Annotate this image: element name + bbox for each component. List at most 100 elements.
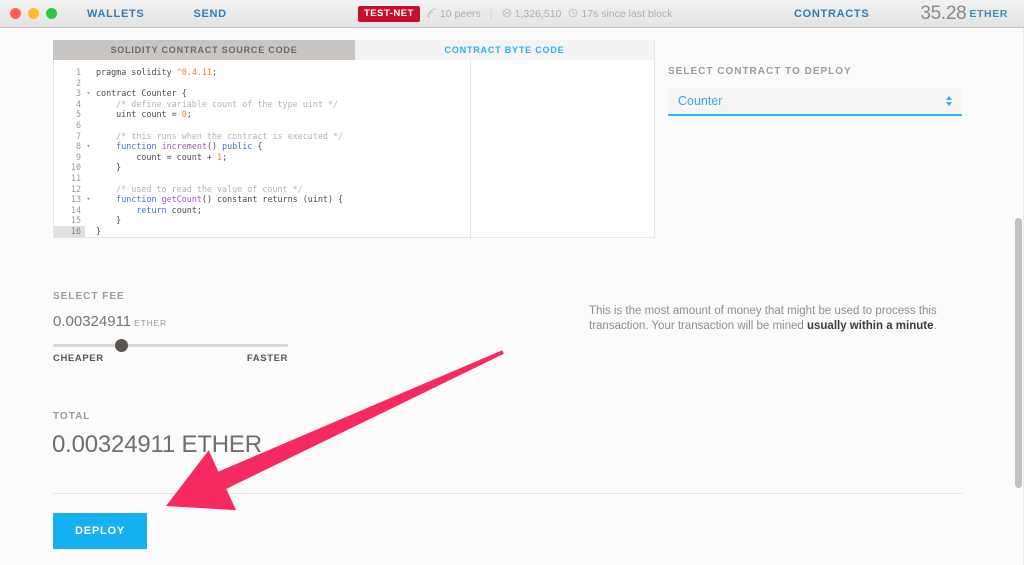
- code-line[interactable]: 13 ▾ function getCount() constant returns…: [54, 194, 470, 205]
- fold-toggle-icon[interactable]: [85, 78, 92, 89]
- fee-slider-thumb[interactable]: [115, 339, 129, 352]
- select-fee-label: SELECT FEE: [53, 291, 125, 302]
- last-block-status: 17s since last block: [568, 8, 672, 21]
- code-line[interactable]: 4 /* define variable count of the type u…: [54, 99, 470, 110]
- fee-description: This is the most amount of money that mi…: [589, 304, 963, 334]
- contract-select-value: Counter: [678, 94, 723, 108]
- tab-solidity-source[interactable]: SOLIDITY CONTRACT SOURCE CODE: [53, 40, 355, 60]
- page-scrollbar[interactable]: [1015, 218, 1022, 488]
- code-line[interactable]: 2: [54, 78, 470, 89]
- line-number: 10: [70, 162, 81, 173]
- code-text: pragma solidity ^0.4.11;: [96, 67, 218, 77]
- line-number: 8: [75, 141, 81, 152]
- code-line[interactable]: 1 pragma solidity ^0.4.11;: [54, 67, 470, 78]
- code-line[interactable]: 8 ▾ function increment() public {: [54, 141, 470, 152]
- code-line[interactable]: 9 count = count + 1;: [54, 152, 470, 163]
- fee-slider[interactable]: [53, 339, 288, 353]
- last-block-label: 17s since last block: [581, 8, 673, 20]
- fold-toggle-icon[interactable]: [85, 120, 92, 131]
- code-line[interactable]: 12 /* used to read the value of count */: [54, 184, 470, 195]
- line-number: 5: [75, 109, 81, 120]
- code-line[interactable]: 16}: [54, 225, 470, 237]
- code-text: uint count = 0;: [96, 109, 192, 120]
- fold-toggle-icon[interactable]: [85, 67, 92, 78]
- fold-toggle-icon[interactable]: [85, 184, 92, 195]
- code-text: function increment() public {: [116, 141, 263, 152]
- code-text: }: [96, 215, 122, 226]
- fold-toggle-icon[interactable]: ▾: [85, 141, 92, 152]
- editor-tabs[interactable]: SOLIDITY CONTRACT SOURCE CODE CONTRACT B…: [53, 40, 655, 60]
- solidity-code-editor[interactable]: 1 pragma solidity ^0.4.11; 2 3 ▾ contract Cou…: [53, 60, 471, 238]
- chevron-updown-icon: [946, 96, 952, 106]
- close-window-button[interactable]: [10, 8, 21, 19]
- section-divider: [53, 493, 962, 494]
- code-text: /* used to read the value of count */: [96, 183, 303, 194]
- signal-icon: [427, 8, 437, 21]
- code-line[interactable]: 5 uint count = 0;: [54, 109, 470, 120]
- line-number: 13: [70, 194, 81, 205]
- code-line[interactable]: 14 return count;: [54, 205, 470, 216]
- code-line[interactable]: 6: [54, 120, 470, 131]
- line-number: 9: [75, 151, 81, 162]
- fold-toggle-icon[interactable]: ▾: [85, 194, 92, 205]
- nav-contracts[interactable]: CONTRACTS: [794, 8, 869, 20]
- fold-toggle-icon[interactable]: ▾: [85, 88, 92, 99]
- fold-toggle-icon[interactable]: [85, 152, 92, 163]
- total-label: TOTAL: [53, 411, 91, 422]
- fee-slider-track[interactable]: [53, 344, 288, 347]
- block-number-label: 1,326,510: [514, 8, 562, 20]
- code-line[interactable]: 15 }: [54, 215, 470, 226]
- line-number: 11: [70, 172, 81, 183]
- nav-wallets[interactable]: WALLETS: [87, 8, 144, 20]
- code-lines[interactable]: 1 pragma solidity ^0.4.11; 2 3 ▾ contract Cou…: [54, 60, 470, 237]
- window-controls[interactable]: [10, 8, 57, 19]
- balance-value: 35.28: [920, 3, 967, 24]
- account-balance: 35.28 ETHER: [920, 3, 1008, 25]
- line-number: 12: [70, 183, 81, 194]
- line-number: 14: [70, 204, 81, 215]
- maximize-window-button[interactable]: [46, 8, 57, 19]
- fold-toggle-icon[interactable]: [85, 226, 92, 237]
- fee-amount-value: 0.00324911: [53, 313, 132, 330]
- fee-amount: 0.00324911 ETHER: [53, 313, 167, 330]
- fold-toggle-icon[interactable]: [85, 162, 92, 173]
- minimize-window-button[interactable]: [28, 8, 39, 19]
- code-line[interactable]: 7 /* this runs when the contract is exec…: [54, 131, 470, 142]
- fold-toggle-icon[interactable]: [85, 205, 92, 216]
- block-status: 1,326,510: [502, 8, 562, 21]
- code-line[interactable]: 10 }: [54, 162, 470, 173]
- fee-slider-labels: CHEAPER FASTER: [53, 353, 288, 364]
- bytecode-panel[interactable]: [471, 60, 655, 238]
- line-number: 2: [75, 77, 81, 88]
- line-number: 16: [54, 225, 85, 237]
- deploy-button[interactable]: DEPLOY: [53, 513, 147, 549]
- fold-toggle-icon[interactable]: [85, 109, 92, 120]
- status-badge-testnet: TEST-NET: [358, 6, 420, 22]
- tab-contract-bytecode[interactable]: CONTRACT BYTE CODE: [355, 40, 655, 60]
- title-bar: WALLETS SEND TEST-NET 10 peers | 1,326,5…: [0, 0, 1024, 28]
- app-window: WALLETS SEND TEST-NET 10 peers | 1,326,5…: [0, 0, 1024, 565]
- fold-toggle-icon[interactable]: [85, 99, 92, 110]
- code-text: }: [96, 162, 122, 173]
- code-text: /* this runs when the contract is execut…: [96, 130, 344, 141]
- nav-send[interactable]: SEND: [193, 8, 226, 20]
- line-number: 4: [75, 98, 81, 109]
- status-separator: |: [489, 8, 493, 20]
- line-number: 15: [70, 215, 81, 226]
- code-text: function getCount() constant returns (ui…: [116, 194, 344, 205]
- code-line[interactable]: 3 ▾ contract Counter {: [54, 88, 470, 99]
- network-status-group: TEST-NET 10 peers | 1,326,510 17s since …: [358, 0, 672, 28]
- code-text: }: [96, 225, 102, 236]
- fold-toggle-icon[interactable]: [85, 173, 92, 184]
- clock-icon: [568, 8, 578, 21]
- fold-toggle-icon[interactable]: [85, 215, 92, 226]
- contract-select[interactable]: Counter: [668, 88, 962, 116]
- fee-description-bold: usually within a minute: [806, 320, 934, 332]
- code-text: /* define variable count of the type uin…: [96, 98, 339, 109]
- fold-toggle-icon[interactable]: [85, 131, 92, 142]
- code-line[interactable]: 11: [54, 173, 470, 184]
- line-number: 3: [75, 88, 81, 99]
- fee-description-suffix: .: [933, 320, 937, 332]
